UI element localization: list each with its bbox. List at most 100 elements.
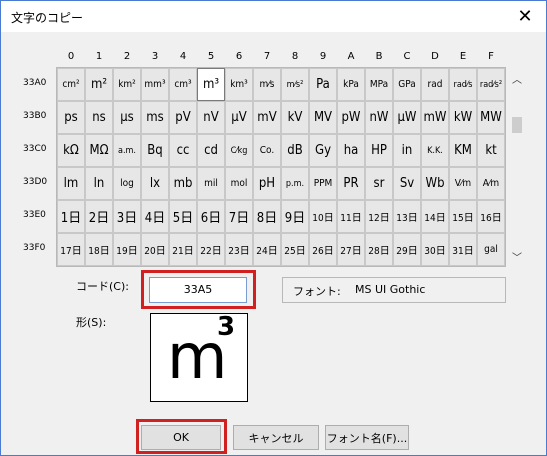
char-cell[interactable]: 25日: [281, 233, 309, 266]
char-cell[interactable]: kW: [449, 101, 477, 134]
char-cell[interactable]: nV: [197, 101, 225, 134]
char-cell[interactable]: Bq: [141, 134, 169, 167]
char-cell[interactable]: m⁄s²: [281, 68, 309, 101]
char-cell[interactable]: 17日: [57, 233, 85, 266]
char-cell[interactable]: A⁄m: [477, 167, 505, 200]
char-cell[interactable]: cc: [169, 134, 197, 167]
char-cell[interactable]: 29日: [393, 233, 421, 266]
char-cell[interactable]: 1日: [57, 200, 85, 233]
char-cell[interactable]: 14日: [421, 200, 449, 233]
char-cell[interactable]: 9日: [281, 200, 309, 233]
char-cell[interactable]: m⁄s: [253, 68, 281, 101]
char-cell[interactable]: km²: [113, 68, 141, 101]
character-grid[interactable]: cm² m² km² mm³ cm³ m³ km³ m⁄s m⁄s² Pa kPa MPa GPa rad…: [56, 67, 506, 267]
char-cell[interactable]: K.K.: [421, 134, 449, 167]
char-cell[interactable]: log: [113, 167, 141, 200]
char-cell[interactable]: μs: [113, 101, 141, 134]
char-cell[interactable]: ms: [141, 101, 169, 134]
char-cell[interactable]: 12日: [365, 200, 393, 233]
char-cell[interactable]: kPa: [337, 68, 365, 101]
char-cell[interactable]: 30日: [421, 233, 449, 266]
char-cell[interactable]: lx: [141, 167, 169, 200]
char-cell[interactable]: dB: [281, 134, 309, 167]
char-cell[interactable]: PR: [337, 167, 365, 200]
char-cell[interactable]: KM: [449, 134, 477, 167]
char-cell[interactable]: p.m.: [281, 167, 309, 200]
cancel-button[interactable]: キャンセル: [233, 425, 319, 450]
char-cell[interactable]: kΩ: [57, 134, 85, 167]
char-cell[interactable]: ps: [57, 101, 85, 134]
close-icon[interactable]: ✕: [510, 3, 540, 29]
scroll-up-icon[interactable]: ︿: [511, 71, 523, 86]
char-cell[interactable]: mb: [169, 167, 197, 200]
char-cell[interactable]: gal: [477, 233, 505, 266]
char-cell[interactable]: mil: [197, 167, 225, 200]
char-cell[interactable]: 23日: [225, 233, 253, 266]
char-cell[interactable]: pV: [169, 101, 197, 134]
char-cell[interactable]: rad: [421, 68, 449, 101]
char-cell[interactable]: MW: [477, 101, 505, 134]
char-cell[interactable]: V⁄m: [449, 167, 477, 200]
char-cell[interactable]: rad⁄s²: [477, 68, 505, 101]
char-cell[interactable]: 13日: [393, 200, 421, 233]
char-cell[interactable]: 26日: [309, 233, 337, 266]
char-cell[interactable]: cm²: [57, 68, 85, 101]
ok-button[interactable]: OK: [141, 425, 221, 450]
char-cell[interactable]: 16日: [477, 200, 505, 233]
char-cell[interactable]: 28日: [365, 233, 393, 266]
char-cell[interactable]: 7日: [225, 200, 253, 233]
code-input[interactable]: 33A5: [149, 277, 247, 303]
char-cell[interactable]: mW: [421, 101, 449, 134]
char-cell[interactable]: μW: [393, 101, 421, 134]
char-cell[interactable]: μV: [225, 101, 253, 134]
char-cell[interactable]: PPM: [309, 167, 337, 200]
char-cell[interactable]: pW: [337, 101, 365, 134]
char-cell[interactable]: Pa: [309, 68, 337, 101]
char-cell[interactable]: C⁄kg: [225, 134, 253, 167]
scroll-down-icon[interactable]: ﹀: [511, 249, 523, 264]
char-cell[interactable]: sr: [365, 167, 393, 200]
char-cell[interactable]: MPa: [365, 68, 393, 101]
char-cell[interactable]: 3日: [113, 200, 141, 233]
char-cell[interactable]: 11日: [337, 200, 365, 233]
char-cell[interactable]: ha: [337, 134, 365, 167]
char-cell[interactable]: Gy: [309, 134, 337, 167]
char-cell[interactable]: m³: [197, 68, 225, 101]
char-cell[interactable]: 15日: [449, 200, 477, 233]
char-cell[interactable]: Co.: [253, 134, 281, 167]
char-cell[interactable]: nW: [365, 101, 393, 134]
char-cell[interactable]: ns: [85, 101, 113, 134]
char-cell[interactable]: m²: [85, 68, 113, 101]
scroll-thumb[interactable]: [512, 117, 522, 133]
char-cell[interactable]: MΩ: [85, 134, 113, 167]
char-cell[interactable]: a.m.: [113, 134, 141, 167]
font-name-button[interactable]: フォント名(F)...: [325, 425, 409, 450]
grid-scrollbar[interactable]: ︿ ﹀: [508, 67, 526, 265]
char-cell[interactable]: 5日: [169, 200, 197, 233]
char-cell[interactable]: 27日: [337, 233, 365, 266]
char-cell[interactable]: rad⁄s: [449, 68, 477, 101]
char-cell[interactable]: in: [393, 134, 421, 167]
char-cell[interactable]: cd: [197, 134, 225, 167]
char-cell[interactable]: 31日: [449, 233, 477, 266]
char-cell[interactable]: MV: [309, 101, 337, 134]
char-cell[interactable]: mol: [225, 167, 253, 200]
char-cell[interactable]: pH: [253, 167, 281, 200]
char-cell[interactable]: ln: [85, 167, 113, 200]
char-cell[interactable]: 18日: [85, 233, 113, 266]
char-cell[interactable]: mm³: [141, 68, 169, 101]
char-cell[interactable]: 2日: [85, 200, 113, 233]
char-cell[interactable]: kV: [281, 101, 309, 134]
char-cell[interactable]: 21日: [169, 233, 197, 266]
char-cell[interactable]: 4日: [141, 200, 169, 233]
char-cell[interactable]: 8日: [253, 200, 281, 233]
char-cell[interactable]: mV: [253, 101, 281, 134]
char-cell[interactable]: 22日: [197, 233, 225, 266]
char-cell[interactable]: lm: [57, 167, 85, 200]
char-cell[interactable]: kt: [477, 134, 505, 167]
char-cell[interactable]: cm³: [169, 68, 197, 101]
char-cell[interactable]: Wb: [421, 167, 449, 200]
char-cell[interactable]: 24日: [253, 233, 281, 266]
char-cell[interactable]: 10日: [309, 200, 337, 233]
char-cell[interactable]: 20日: [141, 233, 169, 266]
